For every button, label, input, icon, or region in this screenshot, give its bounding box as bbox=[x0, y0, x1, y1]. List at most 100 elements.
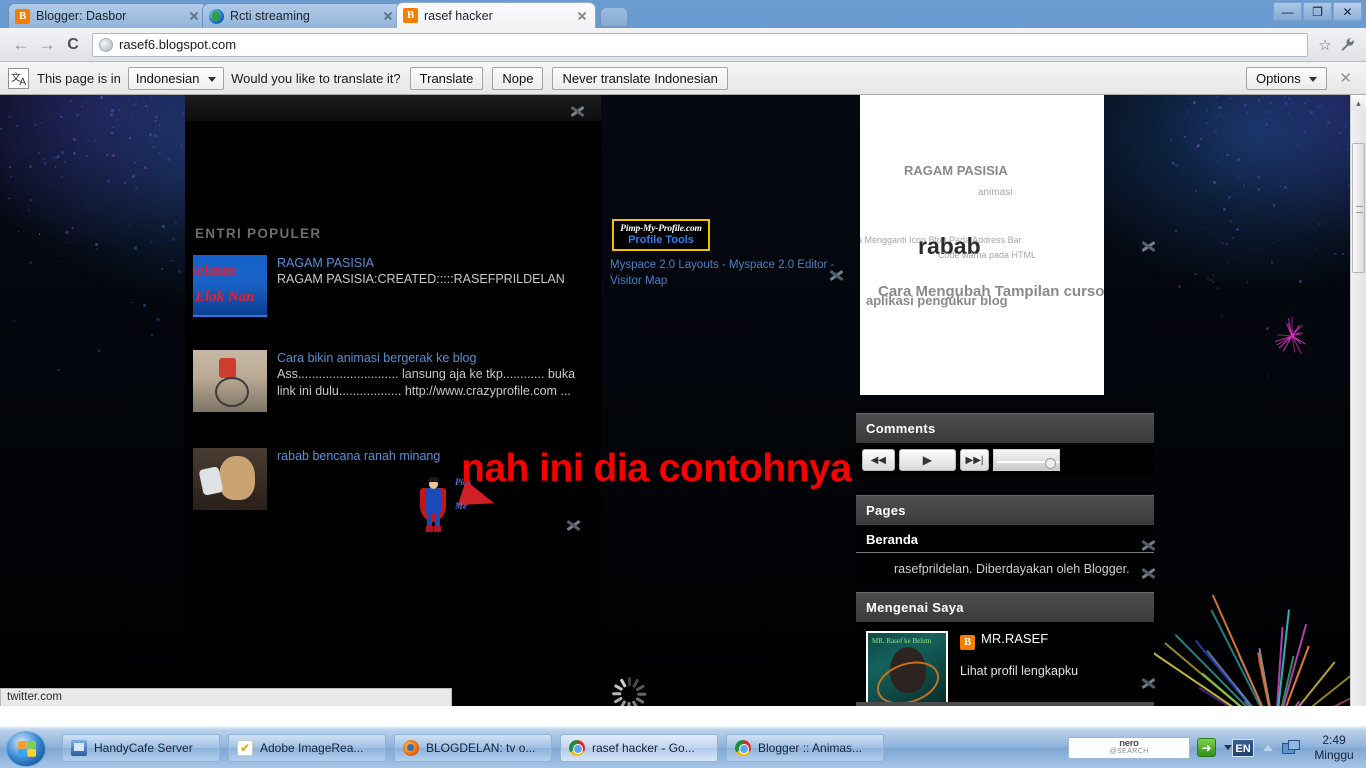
play-button[interactable]: ▶ bbox=[899, 449, 957, 471]
language-select[interactable]: Indonesian bbox=[128, 67, 224, 90]
infobar-close-icon[interactable]: ✕ bbox=[1339, 69, 1352, 87]
taskbar-item-label: BLOGDELAN: tv o... bbox=[426, 741, 535, 755]
nero-label: nero bbox=[1119, 739, 1138, 748]
post-thumbnail: Selatan Elok Nan bbox=[193, 255, 267, 317]
bookmark-star-icon[interactable]: ☆ bbox=[1314, 34, 1336, 56]
overlay-headline: nah ini dia contohnya bbox=[461, 447, 851, 491]
maximize-button[interactable]: ❐ bbox=[1303, 2, 1332, 21]
view-full-profile-link[interactable]: Lihat profil lengkapku bbox=[960, 664, 1078, 678]
options-label: Options bbox=[1256, 71, 1301, 86]
pimp-links[interactable]: Myspace 2.0 Layouts - Myspace 2.0 Editor… bbox=[610, 257, 845, 289]
edit-widget-wrench-icon[interactable] bbox=[1138, 236, 1158, 256]
label-cloud-item[interactable]: aplikasi pengukur blog bbox=[866, 293, 1008, 308]
edit-widget-wrench-icon[interactable] bbox=[567, 101, 587, 121]
minimize-button[interactable]: — bbox=[1273, 2, 1302, 21]
translate-infobar: 文A This page is in Indonesian Would you … bbox=[0, 62, 1366, 95]
browser-window: Blogger: Dasbor Rcti streaming rasef hac… bbox=[0, 0, 1366, 706]
tab-close-icon[interactable] bbox=[381, 9, 395, 23]
avatar-caption: MR. Rasef ke Belum bbox=[872, 637, 931, 645]
tab-rasef-hacker[interactable]: rasef hacker bbox=[396, 2, 596, 28]
system-tray: nero @SEARCH ➜ EN 2:49 Minggu bbox=[1068, 733, 1366, 763]
back-icon[interactable]: ← bbox=[8, 32, 34, 58]
pick-me-line2: Me bbox=[455, 501, 467, 511]
label-cloud-item[interactable]: animasi bbox=[978, 187, 1012, 198]
taskbar-item-label: Blogger :: Animas... bbox=[758, 741, 862, 755]
chevron-down-icon[interactable] bbox=[1224, 745, 1232, 750]
language-indicator[interactable]: EN bbox=[1232, 739, 1254, 757]
popular-post-item[interactable]: Selatan Elok Nan RAGAM PASISIA RAGAM PAS… bbox=[193, 255, 593, 317]
options-button[interactable]: Options bbox=[1246, 67, 1327, 90]
taskbar-item-handycafe[interactable]: HandyCafe Server bbox=[62, 734, 220, 762]
taskbar-item-rasef-hacker[interactable]: rasef hacker - Go... bbox=[560, 734, 718, 762]
blog-attribution: rasefprildelan. Diberdayakan oleh Blogge… bbox=[856, 553, 1154, 585]
close-button[interactable]: ✕ bbox=[1333, 2, 1362, 21]
forward-icon[interactable]: → bbox=[34, 32, 60, 58]
firework-pink bbox=[1292, 335, 1294, 337]
scrollbar-thumb[interactable] bbox=[1352, 143, 1365, 273]
volume-slider[interactable] bbox=[993, 449, 1060, 471]
edit-widget-wrench-icon[interactable] bbox=[1138, 535, 1158, 555]
about-widget-title: Mengenai Saya bbox=[856, 592, 1154, 622]
label-cloud-item[interactable]: Code warna pada HTML bbox=[938, 250, 1036, 260]
adobe-imageready-icon bbox=[237, 740, 253, 756]
go-arrow-icon[interactable]: ➜ bbox=[1197, 738, 1216, 757]
never-translate-button[interactable]: Never translate Indonesian bbox=[552, 67, 727, 90]
pimp-my-profile-badge[interactable]: Pimp-My-Profile.com Profile Tools bbox=[612, 219, 710, 251]
blogger-icon: B bbox=[960, 635, 975, 650]
wrench-menu-icon[interactable] bbox=[1336, 34, 1358, 56]
blog-sidebar: RAGAM PASISIA animasi ra Mengganti Icon Bl… bbox=[856, 95, 1156, 706]
taskbar-item-label: Adobe ImageRea... bbox=[260, 741, 363, 755]
windows-logo-icon bbox=[6, 731, 46, 767]
new-tab-button[interactable] bbox=[600, 7, 628, 27]
page-scrollbar[interactable]: ▲ bbox=[1350, 95, 1366, 706]
show-hidden-icons-icon[interactable] bbox=[1263, 745, 1273, 751]
popular-posts-heading: ENTRI POPULER bbox=[195, 226, 321, 241]
edit-widget-wrench-icon[interactable] bbox=[563, 515, 583, 535]
comments-widget-title: Comments bbox=[856, 413, 1154, 443]
label-cloud-widget: RAGAM PASISIA animasi ra Mengganti Icon Bl… bbox=[860, 95, 1104, 395]
author-name-row: B MR.RASEF bbox=[960, 631, 1078, 650]
author-name: MR.RASEF bbox=[981, 631, 1048, 646]
pages-item-beranda[interactable]: Beranda bbox=[856, 525, 1154, 553]
nope-button[interactable]: Nope bbox=[492, 67, 543, 90]
taskbar-item-blogdelan[interactable]: BLOGDELAN: tv o... bbox=[394, 734, 552, 762]
chrome-icon bbox=[735, 740, 751, 756]
tab-close-icon[interactable] bbox=[187, 9, 201, 23]
blog-main-column: ENTRI POPULER Selatan Elok Nan RAGAM PAS… bbox=[185, 95, 601, 706]
language-value: Indonesian bbox=[136, 71, 200, 86]
address-bar[interactable]: rasef6.blogspot.com bbox=[92, 33, 1308, 57]
tab-rcti-streaming[interactable]: Rcti streaming bbox=[202, 3, 402, 28]
label-cloud-item[interactable]: RAGAM PASISIA bbox=[904, 163, 1008, 178]
edit-widget-wrench-icon[interactable] bbox=[1138, 673, 1158, 693]
taskbar-clock[interactable]: 2:49 Minggu bbox=[1308, 733, 1360, 763]
globe-icon bbox=[209, 9, 224, 24]
tab-blogger-dasbor[interactable]: Blogger: Dasbor bbox=[8, 3, 208, 28]
post-title-link[interactable]: Cara bikin animasi bergerak ke blog bbox=[277, 350, 593, 366]
edit-widget-wrench-icon[interactable] bbox=[826, 265, 846, 285]
status-bubble-text: twitter.com bbox=[0, 688, 452, 706]
tab-strip: Blogger: Dasbor Rcti streaming rasef hac… bbox=[0, 0, 1366, 28]
scroll-up-icon[interactable]: ▲ bbox=[1351, 95, 1366, 111]
tab-close-icon[interactable] bbox=[575, 9, 589, 23]
popular-post-item[interactable]: Cara bikin animasi bergerak ke blog Ass.… bbox=[193, 350, 593, 412]
windows-taskbar: HandyCafe Server Adobe ImageRea... BLOGD… bbox=[0, 726, 1366, 768]
page-viewport: ENTRI POPULER Selatan Elok Nan RAGAM PAS… bbox=[0, 95, 1366, 706]
post-thumbnail bbox=[193, 350, 267, 412]
edit-widget-wrench-icon[interactable] bbox=[1138, 563, 1158, 583]
network-icon[interactable] bbox=[1282, 740, 1298, 755]
post-title-link[interactable]: RAGAM PASISIA bbox=[277, 255, 593, 271]
post-snippet: RAGAM PASISIA:CREATED:::::RASEFPRILDELAN bbox=[277, 271, 593, 288]
start-button[interactable] bbox=[2, 729, 54, 767]
translate-icon: 文A bbox=[8, 68, 29, 89]
taskbar-item-blogger-animas[interactable]: Blogger :: Animas... bbox=[726, 734, 884, 762]
taskbar-item-adobe-imageready[interactable]: Adobe ImageRea... bbox=[228, 734, 386, 762]
translate-button[interactable]: Translate bbox=[410, 67, 484, 90]
thumb-script-1: Selatan bbox=[193, 263, 236, 280]
nero-search-box[interactable]: nero @SEARCH bbox=[1068, 737, 1190, 759]
previous-button[interactable]: ◀◀ bbox=[862, 449, 895, 471]
chevron-down-icon bbox=[1309, 77, 1317, 82]
pages-widget-title: Pages bbox=[856, 495, 1154, 525]
reload-icon[interactable]: C bbox=[60, 32, 86, 58]
blogger-icon bbox=[15, 9, 30, 24]
next-button[interactable]: ▶▶| bbox=[960, 449, 989, 471]
